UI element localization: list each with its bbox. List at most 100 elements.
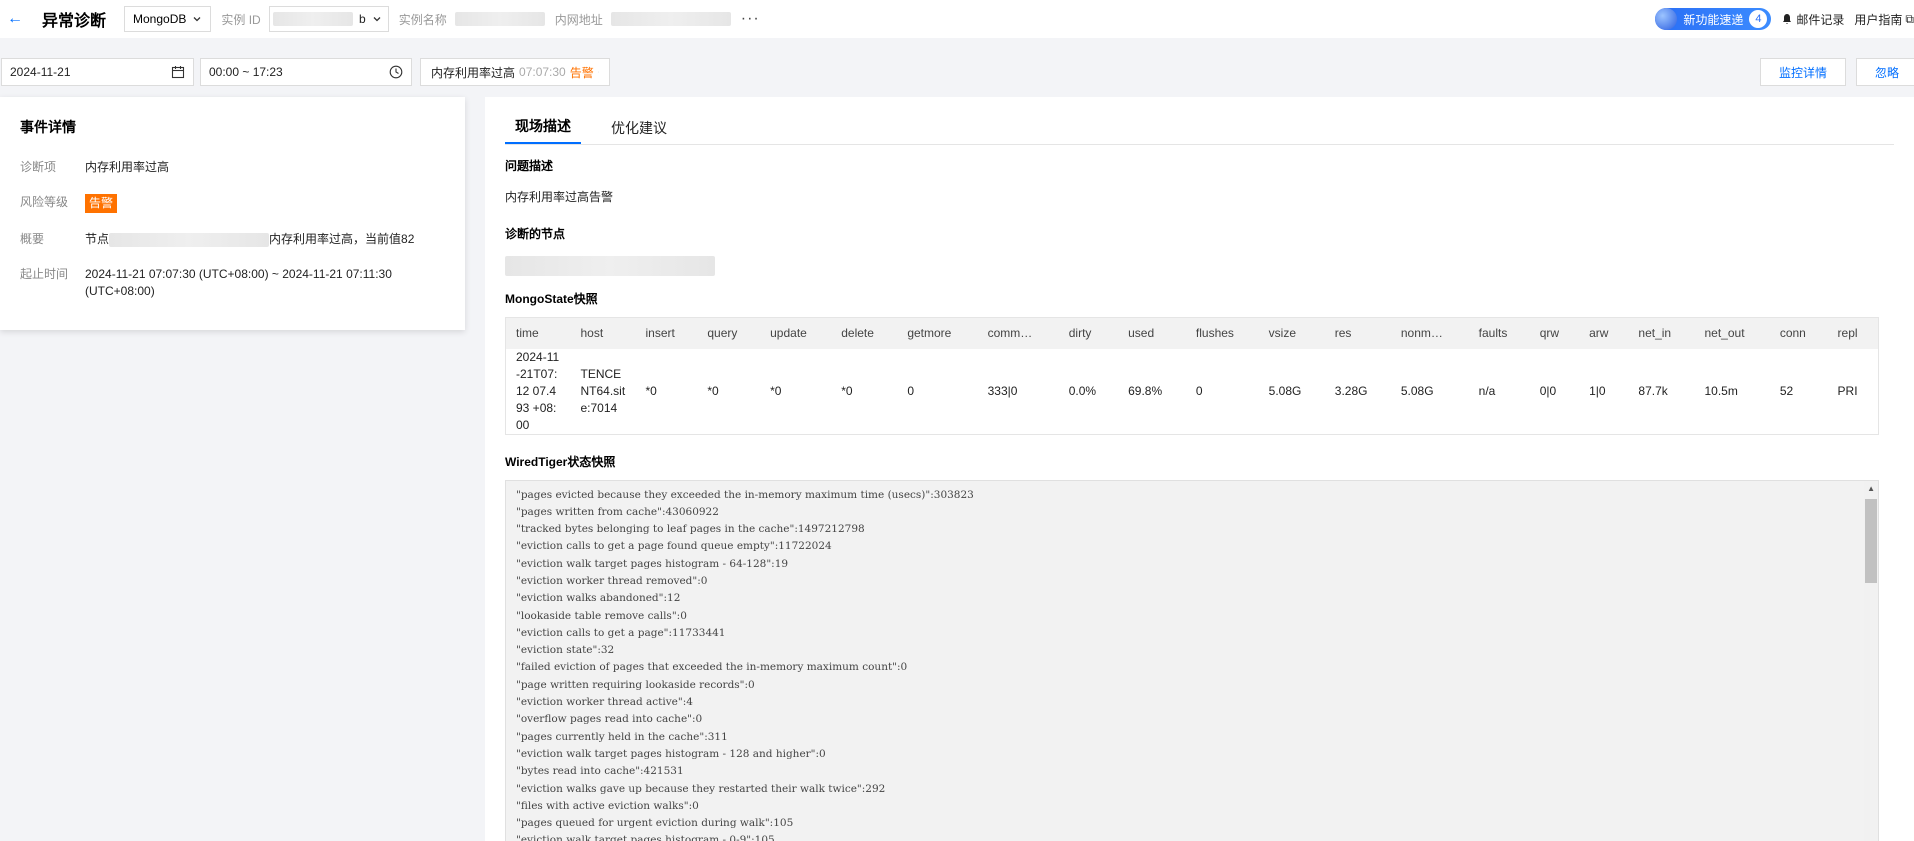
new-feature-label: 新功能速递	[1683, 12, 1744, 27]
intranet-address-blurred	[610, 12, 731, 26]
node-blurred	[109, 232, 270, 247]
summary-label: 概要	[20, 232, 45, 246]
time-range-text: 2024-11-21 07:07:30 (UTC+08:00) ~ 2024-1…	[85, 267, 392, 298]
cell-vsize: 5.08G	[1258, 348, 1325, 435]
cell-insert: *0	[635, 348, 698, 435]
cell-time: 2024-11-21T07:12 07.493 +08:00	[505, 348, 571, 435]
wiredtiger-line: "pages written from cache":43060922	[516, 505, 719, 518]
event-select[interactable]: 内存利用率过高 07:07:30 告警	[420, 58, 610, 86]
wiredtiger-line: "eviction worker thread active":4	[516, 696, 693, 709]
new-feature-button[interactable]: 新功能速递 4	[1655, 8, 1772, 30]
vertical-scrollbar[interactable]: ▲ ▼	[1864, 480, 1878, 841]
intranet-label: 内网地址	[554, 12, 603, 27]
top-bar: ← 异常诊断 MongoDB 实例 ID b 实例名称 内网地址 ··· 新功能…	[0, 0, 1914, 38]
instance-id-blurred	[273, 12, 354, 26]
time-range-label: 起止时间	[20, 267, 69, 281]
chevron-down-icon	[597, 71, 599, 73]
db-type-select[interactable]: MongoDB	[124, 6, 212, 32]
wiredtiger-line: "failed eviction of pages that exceeded …	[516, 661, 908, 674]
user-guide-label: 用户指南	[1854, 12, 1903, 27]
event-level: 告警	[569, 65, 594, 80]
risk-level-badge: 告警	[85, 194, 118, 213]
date-picker[interactable]: 2024-11-21	[1, 58, 194, 86]
more-icon[interactable]: ···	[741, 10, 760, 28]
tab-bar: 现场描述 优化建议	[505, 97, 1894, 145]
wiredtiger-line: "files with active eviction walks":0	[516, 799, 699, 812]
db-type-value: MongoDB	[133, 12, 187, 26]
tab-optimization[interactable]: 优化建议	[601, 118, 677, 144]
col-faults: faults	[1468, 317, 1530, 349]
mail-record-link[interactable]: 邮件记录	[1781, 11, 1844, 28]
cell-flushes: 0	[1185, 348, 1259, 435]
new-feature-count-badge: 4	[1749, 10, 1768, 28]
col-time: time	[505, 317, 571, 349]
event-time: 07:07:30	[519, 65, 566, 79]
diag-item-value: 内存利用率过高	[85, 160, 170, 174]
summary-prefix: 节点	[85, 232, 110, 246]
scene-panel: 现场描述 优化建议 问题描述 内存利用率过高告警 诊断的节点 MongoStat…	[485, 97, 1914, 841]
wiredtiger-line: "pages queued for urgent eviction during…	[516, 817, 794, 830]
table-header-row: time host insert query update delete get…	[505, 317, 1879, 349]
scroll-up-icon[interactable]: ▲	[1867, 484, 1875, 493]
wiredtiger-line: "overflow pages read into cache":0	[516, 713, 703, 726]
back-arrow-icon[interactable]: ←	[0, 10, 30, 28]
col-insert: insert	[635, 317, 698, 349]
cell-used: 69.8%	[1118, 348, 1186, 435]
wiredtiger-line: "eviction walk target pages histogram - …	[516, 557, 789, 570]
tab-scene-description[interactable]: 现场描述	[505, 116, 581, 144]
bell-icon	[1783, 14, 1792, 24]
external-link-icon: ⧉	[1905, 11, 1914, 26]
wiredtiger-line: "eviction walk target pages histogram - …	[516, 747, 826, 760]
wiredtiger-line: "pages evicted because they exceeded the…	[516, 488, 974, 501]
time-range-row: 起止时间 2024-11-21 07:07:30 (UTC+08:00) ~ 2…	[20, 266, 445, 300]
col-update: update	[760, 317, 832, 349]
ignore-button[interactable]: 忽略	[1856, 58, 1914, 86]
chevron-down-icon	[193, 17, 201, 22]
wiredtiger-line: "bytes read into cache":421531	[516, 765, 684, 778]
mongostate-title: MongoState快照	[505, 292, 598, 306]
wiredtiger-line: "eviction walk target pages histogram - …	[516, 834, 775, 841]
diag-item-label: 诊断项	[20, 160, 57, 174]
instance-id-suffix: b	[359, 12, 366, 26]
user-guide-link[interactable]: 用户指南 ⧉	[1854, 11, 1914, 28]
cell-net-out: 10.5m	[1694, 348, 1770, 435]
nodes-title: 诊断的节点	[505, 227, 566, 241]
col-flushes: flushes	[1185, 317, 1259, 349]
globe-icon	[1655, 8, 1678, 30]
wiredtiger-snapshot-box[interactable]: "pages evicted because they exceeded the…	[505, 479, 1879, 841]
cell-arw: 1|0	[1579, 348, 1629, 435]
instance-id-select[interactable]: b	[268, 6, 389, 32]
col-repl: repl	[1827, 317, 1879, 349]
time-range-picker[interactable]: 00:00 ~ 17:23	[200, 58, 412, 86]
risk-level-label: 风险等级	[20, 195, 69, 209]
cell-update: *0	[760, 348, 832, 435]
wiredtiger-line: "eviction state":32	[516, 644, 615, 657]
col-net-out: net_out	[1694, 317, 1770, 349]
calendar-icon	[171, 66, 185, 79]
monitor-detail-button[interactable]: 监控详情	[1760, 58, 1846, 86]
wiredtiger-line: "eviction walks gave up because they res…	[516, 782, 886, 795]
event-detail-panel: 事件详情 诊断项 内存利用率过高 风险等级 告警 概要 节点 内存利用率过高，当前…	[0, 97, 465, 330]
cell-dirty: 0.0%	[1058, 348, 1119, 435]
cell-nonmapped: 5.08G	[1390, 348, 1469, 435]
wiredtiger-line: "lookaside table remove calls":0	[516, 609, 687, 622]
wiredtiger-line: "eviction calls to get a page found queu…	[516, 540, 832, 553]
table-row: 2024-11-21T07:12 07.493 +08:00 TENCENT64…	[505, 348, 1879, 435]
cell-faults: n/a	[1468, 348, 1530, 435]
diag-item-row: 诊断项 内存利用率过高	[20, 159, 445, 176]
col-qrw: qrw	[1529, 317, 1580, 349]
col-net-in: net_in	[1628, 317, 1695, 349]
col-vsize: vsize	[1258, 317, 1325, 349]
col-delete: delete	[831, 317, 898, 349]
col-used: used	[1118, 317, 1186, 349]
event-detail-title: 事件详情	[20, 119, 76, 135]
wiredtiger-line: "eviction calls to get a page":11733441	[516, 626, 726, 639]
cell-repl: PRI	[1827, 348, 1879, 435]
filter-row: 2024-11-21 00:00 ~ 17:23 内存利用率过高 07:07:3…	[0, 58, 1914, 86]
instance-name-label: 实例名称	[398, 12, 447, 27]
top-right-actions: 新功能速递 4 邮件记录 用户指南 ⧉	[1655, 0, 1914, 38]
wiredtiger-line: "page written requiring lookaside record…	[516, 678, 755, 691]
cell-conn: 52	[1769, 348, 1828, 435]
scroll-thumb[interactable]	[1865, 498, 1877, 583]
cell-net-in: 87.7k	[1628, 348, 1695, 435]
